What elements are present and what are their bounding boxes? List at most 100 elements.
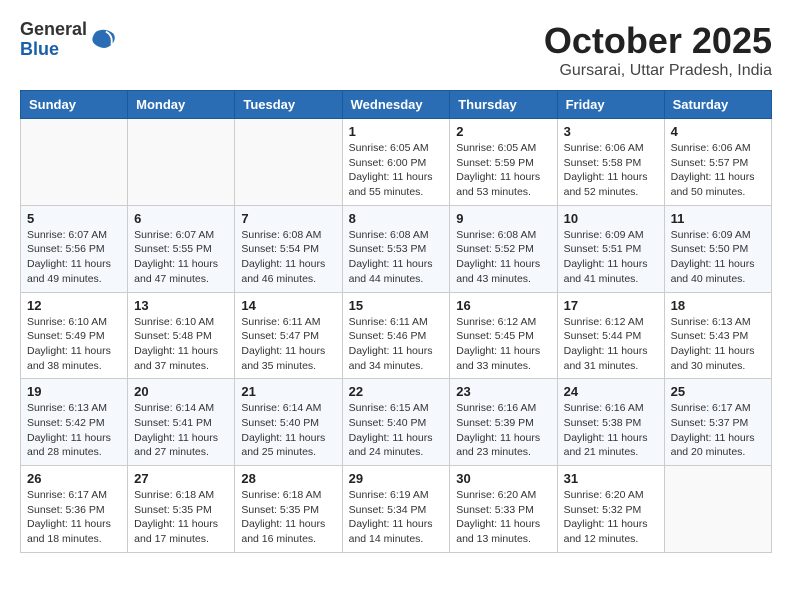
weekday-header-friday: Friday [557,91,664,119]
day-info: Sunrise: 6:10 AM Sunset: 5:49 PM Dayligh… [27,315,121,374]
calendar-cell: 5 Sunrise: 6:07 AM Sunset: 5:56 PM Daylig… [21,205,128,292]
day-number: 4 [671,124,765,139]
calendar-cell: 18Sunrise: 6:13 AM Sunset: 5:43 PM Dayli… [664,292,771,379]
calendar-cell [21,119,128,206]
day-info: Sunrise: 6:15 AM Sunset: 5:40 PM Dayligh… [349,401,444,460]
day-info: Sunrise: 6:06 AM Sunset: 5:58 PM Dayligh… [564,141,658,200]
day-number: 1 [349,124,444,139]
logo-blue-text: Blue [20,39,59,59]
day-number: 15 [349,298,444,313]
day-info: Sunrise: 6:11 AM Sunset: 5:46 PM Dayligh… [349,315,444,374]
day-info: Sunrise: 6:08 AM Sunset: 5:52 PM Dayligh… [456,228,550,287]
calendar-week-row: 5 Sunrise: 6:07 AM Sunset: 5:56 PM Daylig… [21,205,772,292]
calendar-cell: 24 Sunrise: 6:16 AM Sunset: 5:38 PM Dayli… [557,379,664,466]
day-info: Sunrise: 6:07 AM Sunset: 5:55 PM Dayligh… [134,228,228,287]
day-info: Sunrise: 6:20 AM Sunset: 5:32 PM Dayligh… [564,488,658,547]
day-info: Sunrise: 6:12 AM Sunset: 5:45 PM Dayligh… [456,315,550,374]
logo-icon [89,26,117,54]
day-info: Sunrise: 6:06 AM Sunset: 5:57 PM Dayligh… [671,141,765,200]
day-number: 10 [564,211,658,226]
day-number: 5 [27,211,121,226]
day-info: Sunrise: 6:09 AM Sunset: 5:50 PM Dayligh… [671,228,765,287]
calendar-cell: 3Sunrise: 6:06 AM Sunset: 5:58 PM Daylig… [557,119,664,206]
day-info: Sunrise: 6:11 AM Sunset: 5:47 PM Dayligh… [241,315,335,374]
calendar-cell: 2Sunrise: 6:05 AM Sunset: 5:59 PM Daylig… [450,119,557,206]
day-number: 21 [241,384,335,399]
day-info: Sunrise: 6:05 AM Sunset: 6:00 PM Dayligh… [349,141,444,200]
day-number: 20 [134,384,228,399]
month-title: October 2025 [544,20,772,62]
day-info: Sunrise: 6:07 AM Sunset: 5:56 PM Dayligh… [27,228,121,287]
calendar-cell: 6 Sunrise: 6:07 AM Sunset: 5:55 PM Daylig… [128,205,235,292]
calendar-cell: 20 Sunrise: 6:14 AM Sunset: 5:41 PM Dayli… [128,379,235,466]
day-info: Sunrise: 6:08 AM Sunset: 5:54 PM Dayligh… [241,228,335,287]
weekday-header-thursday: Thursday [450,91,557,119]
calendar-cell: 10 Sunrise: 6:09 AM Sunset: 5:51 PM Dayli… [557,205,664,292]
day-info: Sunrise: 6:12 AM Sunset: 5:44 PM Dayligh… [564,315,658,374]
calendar-cell: 26 Sunrise: 6:17 AM Sunset: 5:36 PM Dayli… [21,466,128,553]
calendar-cell: 12Sunrise: 6:10 AM Sunset: 5:49 PM Dayli… [21,292,128,379]
calendar-cell: 30Sunrise: 6:20 AM Sunset: 5:33 PM Dayli… [450,466,557,553]
calendar-cell: 17 Sunrise: 6:12 AM Sunset: 5:44 PM Dayli… [557,292,664,379]
calendar-week-row: 12Sunrise: 6:10 AM Sunset: 5:49 PM Dayli… [21,292,772,379]
calendar-week-row: 1 Sunrise: 6:05 AM Sunset: 6:00 PM Daylig… [21,119,772,206]
calendar-cell: 11 Sunrise: 6:09 AM Sunset: 5:50 PM Dayli… [664,205,771,292]
day-number: 13 [134,298,228,313]
calendar-cell: 1 Sunrise: 6:05 AM Sunset: 6:00 PM Daylig… [342,119,450,206]
day-info: Sunrise: 6:14 AM Sunset: 5:41 PM Dayligh… [134,401,228,460]
calendar-cell: 16 Sunrise: 6:12 AM Sunset: 5:45 PM Dayli… [450,292,557,379]
day-info: Sunrise: 6:17 AM Sunset: 5:36 PM Dayligh… [27,488,121,547]
day-number: 27 [134,471,228,486]
calendar-cell: 27 Sunrise: 6:18 AM Sunset: 5:35 PM Dayli… [128,466,235,553]
day-number: 28 [241,471,335,486]
calendar-cell: 28Sunrise: 6:18 AM Sunset: 5:35 PM Dayli… [235,466,342,553]
day-number: 7 [241,211,335,226]
title-section: October 2025 Gursarai, Uttar Pradesh, In… [544,20,772,80]
day-number: 8 [349,211,444,226]
calendar-cell [664,466,771,553]
day-number: 9 [456,211,550,226]
calendar-table: SundayMondayTuesdayWednesdayThursdayFrid… [20,90,772,553]
day-info: Sunrise: 6:13 AM Sunset: 5:43 PM Dayligh… [671,315,765,374]
day-info: Sunrise: 6:09 AM Sunset: 5:51 PM Dayligh… [564,228,658,287]
day-number: 25 [671,384,765,399]
day-info: Sunrise: 6:16 AM Sunset: 5:38 PM Dayligh… [564,401,658,460]
weekday-header-sunday: Sunday [21,91,128,119]
calendar-cell [128,119,235,206]
location-subtitle: Gursarai, Uttar Pradesh, India [544,62,772,80]
day-number: 14 [241,298,335,313]
day-info: Sunrise: 6:16 AM Sunset: 5:39 PM Dayligh… [456,401,550,460]
day-info: Sunrise: 6:08 AM Sunset: 5:53 PM Dayligh… [349,228,444,287]
calendar-cell: 15 Sunrise: 6:11 AM Sunset: 5:46 PM Dayli… [342,292,450,379]
calendar-cell: 14 Sunrise: 6:11 AM Sunset: 5:47 PM Dayli… [235,292,342,379]
day-info: Sunrise: 6:14 AM Sunset: 5:40 PM Dayligh… [241,401,335,460]
day-number: 11 [671,211,765,226]
day-info: Sunrise: 6:17 AM Sunset: 5:37 PM Dayligh… [671,401,765,460]
day-number: 24 [564,384,658,399]
day-number: 22 [349,384,444,399]
day-number: 6 [134,211,228,226]
weekday-header-wednesday: Wednesday [342,91,450,119]
weekday-header-tuesday: Tuesday [235,91,342,119]
weekday-header-monday: Monday [128,91,235,119]
day-info: Sunrise: 6:13 AM Sunset: 5:42 PM Dayligh… [27,401,121,460]
day-number: 17 [564,298,658,313]
calendar-cell: 8 Sunrise: 6:08 AM Sunset: 5:53 PM Daylig… [342,205,450,292]
calendar-cell: 13Sunrise: 6:10 AM Sunset: 5:48 PM Dayli… [128,292,235,379]
day-info: Sunrise: 6:18 AM Sunset: 5:35 PM Dayligh… [134,488,228,547]
calendar-cell: 21 Sunrise: 6:14 AM Sunset: 5:40 PM Dayli… [235,379,342,466]
day-number: 23 [456,384,550,399]
day-number: 19 [27,384,121,399]
day-number: 16 [456,298,550,313]
day-number: 31 [564,471,658,486]
calendar-cell: 22 Sunrise: 6:15 AM Sunset: 5:40 PM Dayli… [342,379,450,466]
calendar-cell: 29Sunrise: 6:19 AM Sunset: 5:34 PM Dayli… [342,466,450,553]
day-number: 26 [27,471,121,486]
calendar-cell: 31 Sunrise: 6:20 AM Sunset: 5:32 PM Dayli… [557,466,664,553]
calendar-cell: 23 Sunrise: 6:16 AM Sunset: 5:39 PM Dayli… [450,379,557,466]
day-info: Sunrise: 6:19 AM Sunset: 5:34 PM Dayligh… [349,488,444,547]
weekday-header-saturday: Saturday [664,91,771,119]
day-number: 30 [456,471,550,486]
calendar-week-row: 26 Sunrise: 6:17 AM Sunset: 5:36 PM Dayli… [21,466,772,553]
day-number: 2 [456,124,550,139]
